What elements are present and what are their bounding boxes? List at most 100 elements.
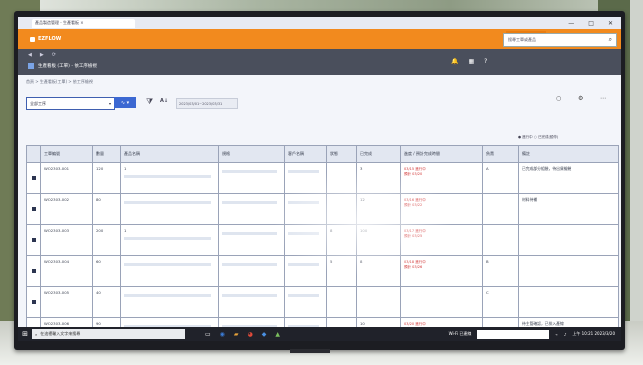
cell-product [120, 193, 219, 225]
cell-note: 已完成部分組裝，待出貨檢驗 [518, 162, 619, 194]
blurred-text [124, 237, 211, 240]
blurred-text [124, 201, 211, 204]
column-header[interactable]: 產品名稱 [120, 145, 219, 163]
cell-product: 1 [120, 162, 219, 194]
cell-customer [284, 286, 327, 318]
cell-note [518, 255, 619, 287]
volume-icon[interactable]: ♪ [564, 332, 567, 337]
cell-schedule [400, 286, 483, 318]
column-header[interactable]: 規格 [218, 145, 285, 163]
maximize-button[interactable]: □ [588, 20, 594, 27]
blurred-text [222, 294, 277, 297]
search-icon: ⌕ [35, 331, 38, 337]
blurred-text [124, 175, 211, 178]
forward-icon[interactable]: ▶ [40, 52, 44, 58]
page-title: 生產看板 (工單) - 依工序檢視 [38, 64, 97, 69]
gear-icon[interactable]: ⚙ [578, 95, 583, 102]
cell-bullet [26, 255, 41, 287]
back-icon[interactable]: ◀ [28, 52, 32, 58]
chevron-down-icon: ▾ [108, 101, 111, 106]
tray-input[interactable] [477, 329, 550, 339]
task-view-icon[interactable]: ▭ [205, 331, 211, 338]
edge-icon[interactable]: ◉ [220, 331, 225, 338]
search-icon[interactable]: ⌕ [609, 36, 612, 44]
cell-product: 1 [120, 224, 219, 256]
help-icon[interactable]: ? [484, 58, 487, 65]
more-icon[interactable]: ⋯ [600, 95, 606, 102]
monitor-stand [290, 349, 330, 353]
brand-logo[interactable]: EZFLOW [30, 36, 61, 42]
cell-bullet [26, 162, 41, 194]
file-explorer-icon[interactable]: ▰ [234, 331, 239, 338]
tray-label: Wi-Fi 已連線 [448, 331, 472, 336]
taskbar-search[interactable]: ⌕ 在這裡輸入文字來搜尋 [32, 329, 185, 339]
cell-order: WO2303-004 [40, 255, 93, 287]
row-marker-icon [31, 175, 36, 180]
screen-glare [273, 167, 453, 277]
screen: 產品製造管理 - 生產看板 × — □ ✕ EZFLOW admin ◀ ▶ [18, 17, 621, 341]
window-icon[interactable]: ⊞ [18, 327, 32, 341]
cell-owner: C [482, 286, 519, 318]
close-button[interactable]: ✕ [608, 20, 613, 27]
column-header[interactable]: 數量 [92, 145, 121, 163]
column-header[interactable]: 客戶名稱 [284, 145, 327, 163]
sort-icon[interactable]: A↓ [160, 98, 168, 104]
cell-qty: 80 [92, 193, 121, 225]
grid-icon[interactable]: ▦ [468, 58, 474, 65]
breadcrumb[interactable]: 首頁 > 生產看板(工單) > 依工序檢視 [26, 79, 93, 85]
page-icon [28, 63, 34, 69]
cell-owner: B [482, 255, 519, 287]
filter-bar: 全部工序 ▾ ∿ ▾ ⧩ A↓ 2023/03/01~2023/03/31 ○ … [26, 95, 616, 111]
blurred-text [124, 263, 211, 266]
cell-qty: 120 [92, 162, 121, 194]
view-toggle[interactable]: ∿ ▾ [114, 97, 136, 108]
column-header[interactable]: 負責 [482, 145, 519, 163]
row-marker-icon [31, 299, 36, 304]
process-select[interactable]: 全部工序 ▾ [26, 97, 115, 110]
app-icon[interactable]: ◆ [262, 331, 267, 338]
cell-spec [218, 286, 285, 318]
row-marker-icon [31, 237, 36, 242]
refresh-icon[interactable]: ⟳ [52, 52, 56, 58]
column-header[interactable]: 備註 [518, 145, 619, 163]
network-icon[interactable]: ⌁ [555, 332, 557, 337]
logo-icon [30, 36, 35, 42]
column-header[interactable]: 進度 / 預計完成時間 [400, 145, 483, 163]
search-input[interactable]: 搜尋工單或產品 ⌕ [503, 33, 617, 47]
bell-icon[interactable]: 🔔 [451, 58, 458, 65]
row-marker-icon [31, 206, 36, 211]
browser-tab[interactable]: 產品製造管理 - 生產看板 × [32, 18, 135, 28]
blurred-text [288, 294, 319, 297]
blurred-text [124, 294, 211, 297]
minimize-button[interactable]: — [568, 20, 574, 27]
cell-order: WO2303-003 [40, 224, 93, 256]
top-toolbar: ◀ ▶ ⟳ 生產看板 (工單) - 依工序檢視 🔔 ▦ ? 搜尋工單或產品 ⌕ [18, 33, 621, 75]
column-header[interactable]: 已完成 [356, 145, 401, 163]
settings-circle-icon[interactable]: ○ [556, 95, 561, 102]
column-header[interactable]: 工單編號 [40, 145, 93, 163]
cell-order: WO2303-001 [40, 162, 93, 194]
taskbar: ⊞ ⌕ 在這裡輸入文字來搜尋 ▭ ◉ ▰ ◕ ◆ ▲ Wi-Fi 已連線 ⌁ ♪… [18, 327, 621, 341]
column-header[interactable]: 狀態 [326, 145, 357, 163]
chrome-icon[interactable]: ◕ [248, 331, 253, 338]
cell-owner [482, 193, 519, 225]
browser-titlebar: 產品製造管理 - 生產看板 × — □ ✕ [18, 17, 621, 29]
cell-note [518, 224, 619, 256]
cell-product [120, 255, 219, 287]
app-icon[interactable]: ▲ [275, 331, 280, 338]
table-row[interactable]: WO2303-005 40 C [26, 286, 619, 318]
clock[interactable]: 上午 10:21 2023/3/20 [572, 331, 615, 337]
cell-product [120, 286, 219, 318]
blurred-text [222, 263, 277, 266]
cell-owner: A [482, 162, 519, 194]
blurred-text [222, 170, 277, 173]
date-range-field[interactable]: 2023/03/01~2023/03/31 [176, 98, 238, 109]
blurred-text [222, 201, 277, 204]
cell-qty: 200 [92, 224, 121, 256]
funnel-icon[interactable]: ⧩ [146, 97, 153, 107]
column-header [26, 145, 41, 163]
blurred-text [222, 232, 277, 235]
cell-bullet [26, 286, 41, 318]
cell-note: 材料待補 [518, 193, 619, 225]
cell-order: WO2303-005 [40, 286, 93, 318]
